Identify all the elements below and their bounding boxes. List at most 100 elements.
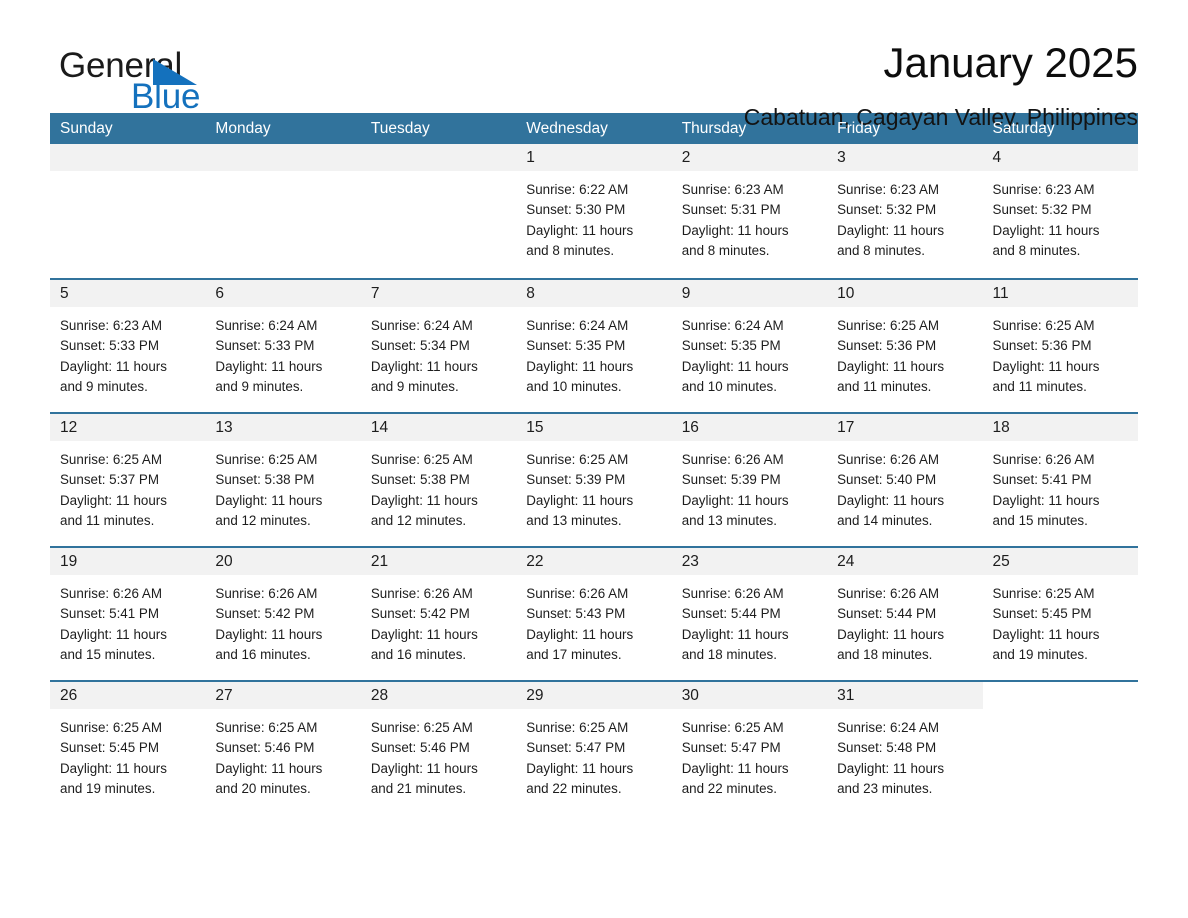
daylight-text-line2: and 22 minutes. <box>526 780 622 796</box>
sunset-text: Sunset: 5:45 PM <box>992 606 1092 622</box>
day-cell[interactable]: 15 Sunrise: 6:25 AM Sunset: 5:39 PM Dayl… <box>516 414 672 546</box>
day-cell[interactable]: 20 Sunrise: 6:26 AM Sunset: 5:42 PM Dayl… <box>205 548 361 680</box>
day-cell[interactable]: 28 Sunrise: 6:25 AM Sunset: 5:46 PM Dayl… <box>360 682 517 814</box>
daylight-text-line1: Daylight: 11 hours <box>60 358 167 374</box>
sunset-text: Sunset: 5:33 PM <box>215 338 315 354</box>
day-cell[interactable]: 7 Sunrise: 6:24 AM Sunset: 5:34 PM Dayli… <box>360 280 517 412</box>
day-cell[interactable]: 17 Sunrise: 6:26 AM Sunset: 5:40 PM Dayl… <box>827 414 983 546</box>
day-cell[interactable]: 2 Sunrise: 6:23 AM Sunset: 5:31 PM Dayli… <box>671 144 828 278</box>
sunrise-text: Sunrise: 6:25 AM <box>992 586 1095 601</box>
day-cell[interactable]: 5 Sunrise: 6:23 AM Sunset: 5:33 PM Dayli… <box>50 280 206 412</box>
day-cell[interactable]: 30 Sunrise: 6:25 AM Sunset: 5:47 PM Dayl… <box>671 682 828 814</box>
day-cell[interactable]: 24 Sunrise: 6:26 AM Sunset: 5:44 PM Dayl… <box>827 548 983 680</box>
week-row: 12 Sunrise: 6:25 AM Sunset: 5:37 PM Dayl… <box>50 412 1138 546</box>
daylight-text-line1: Daylight: 11 hours <box>681 358 789 374</box>
sunrise-text: Sunrise: 6:25 AM <box>837 318 940 333</box>
day-number: 31 <box>837 687 855 704</box>
sunrise-text: Sunrise: 6:25 AM <box>992 318 1095 333</box>
day-cell[interactable]: 6 Sunrise: 6:24 AM Sunset: 5:33 PM Dayli… <box>205 280 361 412</box>
week-row: 19 Sunrise: 6:26 AM Sunset: 5:41 PM Dayl… <box>50 546 1138 680</box>
sunrise-text: Sunrise: 6:26 AM <box>526 586 629 601</box>
day-cell[interactable]: 26 Sunrise: 6:25 AM Sunset: 5:45 PM Dayl… <box>50 682 206 814</box>
day-cell[interactable]: 27 Sunrise: 6:25 AM Sunset: 5:46 PM Dayl… <box>205 682 361 814</box>
day-cell[interactable]: 9 Sunrise: 6:24 AM Sunset: 5:35 PM Dayli… <box>671 280 828 412</box>
day-number: 28 <box>370 687 389 704</box>
daylight-text-line2: and 19 minutes. <box>60 780 156 796</box>
day-cell[interactable]: 8 Sunrise: 6:24 AM Sunset: 5:35 PM Dayli… <box>516 280 672 412</box>
sunset-text: Sunset: 5:46 PM <box>370 740 470 756</box>
sunrise-text: Sunrise: 6:24 AM <box>526 318 629 333</box>
day-info: Sunrise: 6:26 AM Sunset: 5:39 PM Dayligh… <box>672 441 827 531</box>
weekday-header-thursday: Thursday <box>681 120 747 137</box>
daylight-text-line1: Daylight: 11 hours <box>60 492 167 508</box>
day-cell[interactable]: 16 Sunrise: 6:26 AM Sunset: 5:39 PM Dayl… <box>671 414 828 546</box>
weekday-header-tuesday: Tuesday <box>370 120 430 137</box>
day-info: Sunrise: 6:26 AM Sunset: 5:40 PM Dayligh… <box>827 441 982 531</box>
day-cell[interactable]: 22 Sunrise: 6:26 AM Sunset: 5:43 PM Dayl… <box>516 548 672 680</box>
day-cell[interactable]: 1 Sunrise: 6:22 AM Sunset: 5:30 PM Dayli… <box>516 144 672 278</box>
day-info: Sunrise: 6:25 AM Sunset: 5:38 PM Dayligh… <box>205 441 360 531</box>
daylight-text-line2: and 21 minutes. <box>370 780 467 796</box>
daylight-text-line1: Daylight: 11 hours <box>526 760 634 776</box>
sunrise-text: Sunrise: 6:26 AM <box>681 586 784 601</box>
daylight-text-line2: and 15 minutes. <box>992 512 1088 528</box>
day-info: Sunrise: 6:22 AM Sunset: 5:30 PM Dayligh… <box>516 171 671 261</box>
sunrise-text: Sunrise: 6:23 AM <box>992 182 1095 197</box>
daylight-text-line1: Daylight: 11 hours <box>837 358 945 374</box>
sunset-text: Sunset: 5:31 PM <box>681 202 781 218</box>
day-cell[interactable]: 10 Sunrise: 6:25 AM Sunset: 5:36 PM Dayl… <box>827 280 983 412</box>
day-cell[interactable]: 4 Sunrise: 6:23 AM Sunset: 5:32 PM Dayli… <box>982 144 1138 278</box>
sunset-text: Sunset: 5:42 PM <box>370 606 470 622</box>
sunset-text: Sunset: 5:37 PM <box>60 472 159 488</box>
sunset-text: Sunset: 5:38 PM <box>370 472 470 488</box>
sunset-text: Sunset: 5:47 PM <box>526 740 626 756</box>
daylight-text-line2: and 14 minutes. <box>837 512 933 528</box>
day-cell[interactable]: 23 Sunrise: 6:26 AM Sunset: 5:44 PM Dayl… <box>671 548 828 680</box>
day-number: 10 <box>837 285 855 302</box>
sunrise-text: Sunrise: 6:23 AM <box>681 182 784 197</box>
day-number: 25 <box>992 553 1010 570</box>
day-info: Sunrise: 6:25 AM Sunset: 5:46 PM Dayligh… <box>361 709 516 799</box>
day-cell[interactable]: 21 Sunrise: 6:26 AM Sunset: 5:42 PM Dayl… <box>360 548 517 680</box>
logo-text-blue: Blue <box>131 77 201 116</box>
daylight-text-line1: Daylight: 11 hours <box>215 492 323 508</box>
day-info: Sunrise: 6:26 AM Sunset: 5:41 PM Dayligh… <box>983 441 1138 531</box>
daylight-text-line1: Daylight: 11 hours <box>992 222 1100 238</box>
day-cell[interactable]: 19 Sunrise: 6:26 AM Sunset: 5:41 PM Dayl… <box>50 548 206 680</box>
day-cell[interactable]: 29 Sunrise: 6:25 AM Sunset: 5:47 PM Dayl… <box>516 682 672 814</box>
sunset-text: Sunset: 5:42 PM <box>215 606 315 622</box>
sunset-text: Sunset: 5:41 PM <box>992 472 1092 488</box>
sunrise-text: Sunrise: 6:26 AM <box>992 452 1095 467</box>
sunset-text: Sunset: 5:35 PM <box>526 338 626 354</box>
sunrise-text: Sunrise: 6:25 AM <box>681 720 784 735</box>
daylight-text-line2: and 20 minutes. <box>215 780 311 796</box>
daylight-text-line2: and 9 minutes. <box>60 378 148 394</box>
sunrise-text: Sunrise: 6:24 AM <box>837 720 940 735</box>
day-info: Sunrise: 6:25 AM Sunset: 5:38 PM Dayligh… <box>361 441 516 531</box>
day-info: Sunrise: 6:26 AM Sunset: 5:42 PM Dayligh… <box>361 575 516 665</box>
day-cell[interactable]: 31 Sunrise: 6:24 AM Sunset: 5:48 PM Dayl… <box>827 682 983 814</box>
day-cell[interactable]: 18 Sunrise: 6:26 AM Sunset: 5:41 PM Dayl… <box>982 414 1138 546</box>
sunrise-text: Sunrise: 6:25 AM <box>215 452 318 467</box>
day-cell <box>205 144 361 278</box>
daylight-text-line2: and 22 minutes. <box>681 780 777 796</box>
daylight-text-line2: and 8 minutes. <box>681 242 770 258</box>
day-cell[interactable]: 11 Sunrise: 6:25 AM Sunset: 5:36 PM Dayl… <box>982 280 1138 412</box>
day-cell[interactable]: 3 Sunrise: 6:23 AM Sunset: 5:32 PM Dayli… <box>827 144 983 278</box>
calendar-grid: Sunday Monday Tuesday Wednesday Thursday… <box>50 113 1138 814</box>
daylight-text-line1: Daylight: 11 hours <box>992 626 1100 642</box>
day-info <box>50 171 205 180</box>
day-cell <box>982 682 1138 814</box>
daylight-text-line1: Daylight: 11 hours <box>60 760 167 776</box>
day-cell[interactable]: 12 Sunrise: 6:25 AM Sunset: 5:37 PM Dayl… <box>50 414 206 546</box>
day-cell[interactable]: 14 Sunrise: 6:25 AM Sunset: 5:38 PM Dayl… <box>360 414 517 546</box>
daylight-text-line1: Daylight: 11 hours <box>370 760 478 776</box>
sunset-text: Sunset: 5:30 PM <box>526 202 626 218</box>
day-number: 24 <box>837 553 855 570</box>
day-info: Sunrise: 6:26 AM Sunset: 5:44 PM Dayligh… <box>827 575 982 665</box>
day-cell[interactable]: 13 Sunrise: 6:25 AM Sunset: 5:38 PM Dayl… <box>205 414 361 546</box>
general-blue-logo[interactable]: General Blue <box>50 42 350 118</box>
day-cell[interactable]: 25 Sunrise: 6:25 AM Sunset: 5:45 PM Dayl… <box>982 548 1138 680</box>
calendar-page: General Blue January 2025 Cabatuan, Caga… <box>0 0 1188 918</box>
daylight-text-line2: and 10 minutes. <box>681 378 777 394</box>
